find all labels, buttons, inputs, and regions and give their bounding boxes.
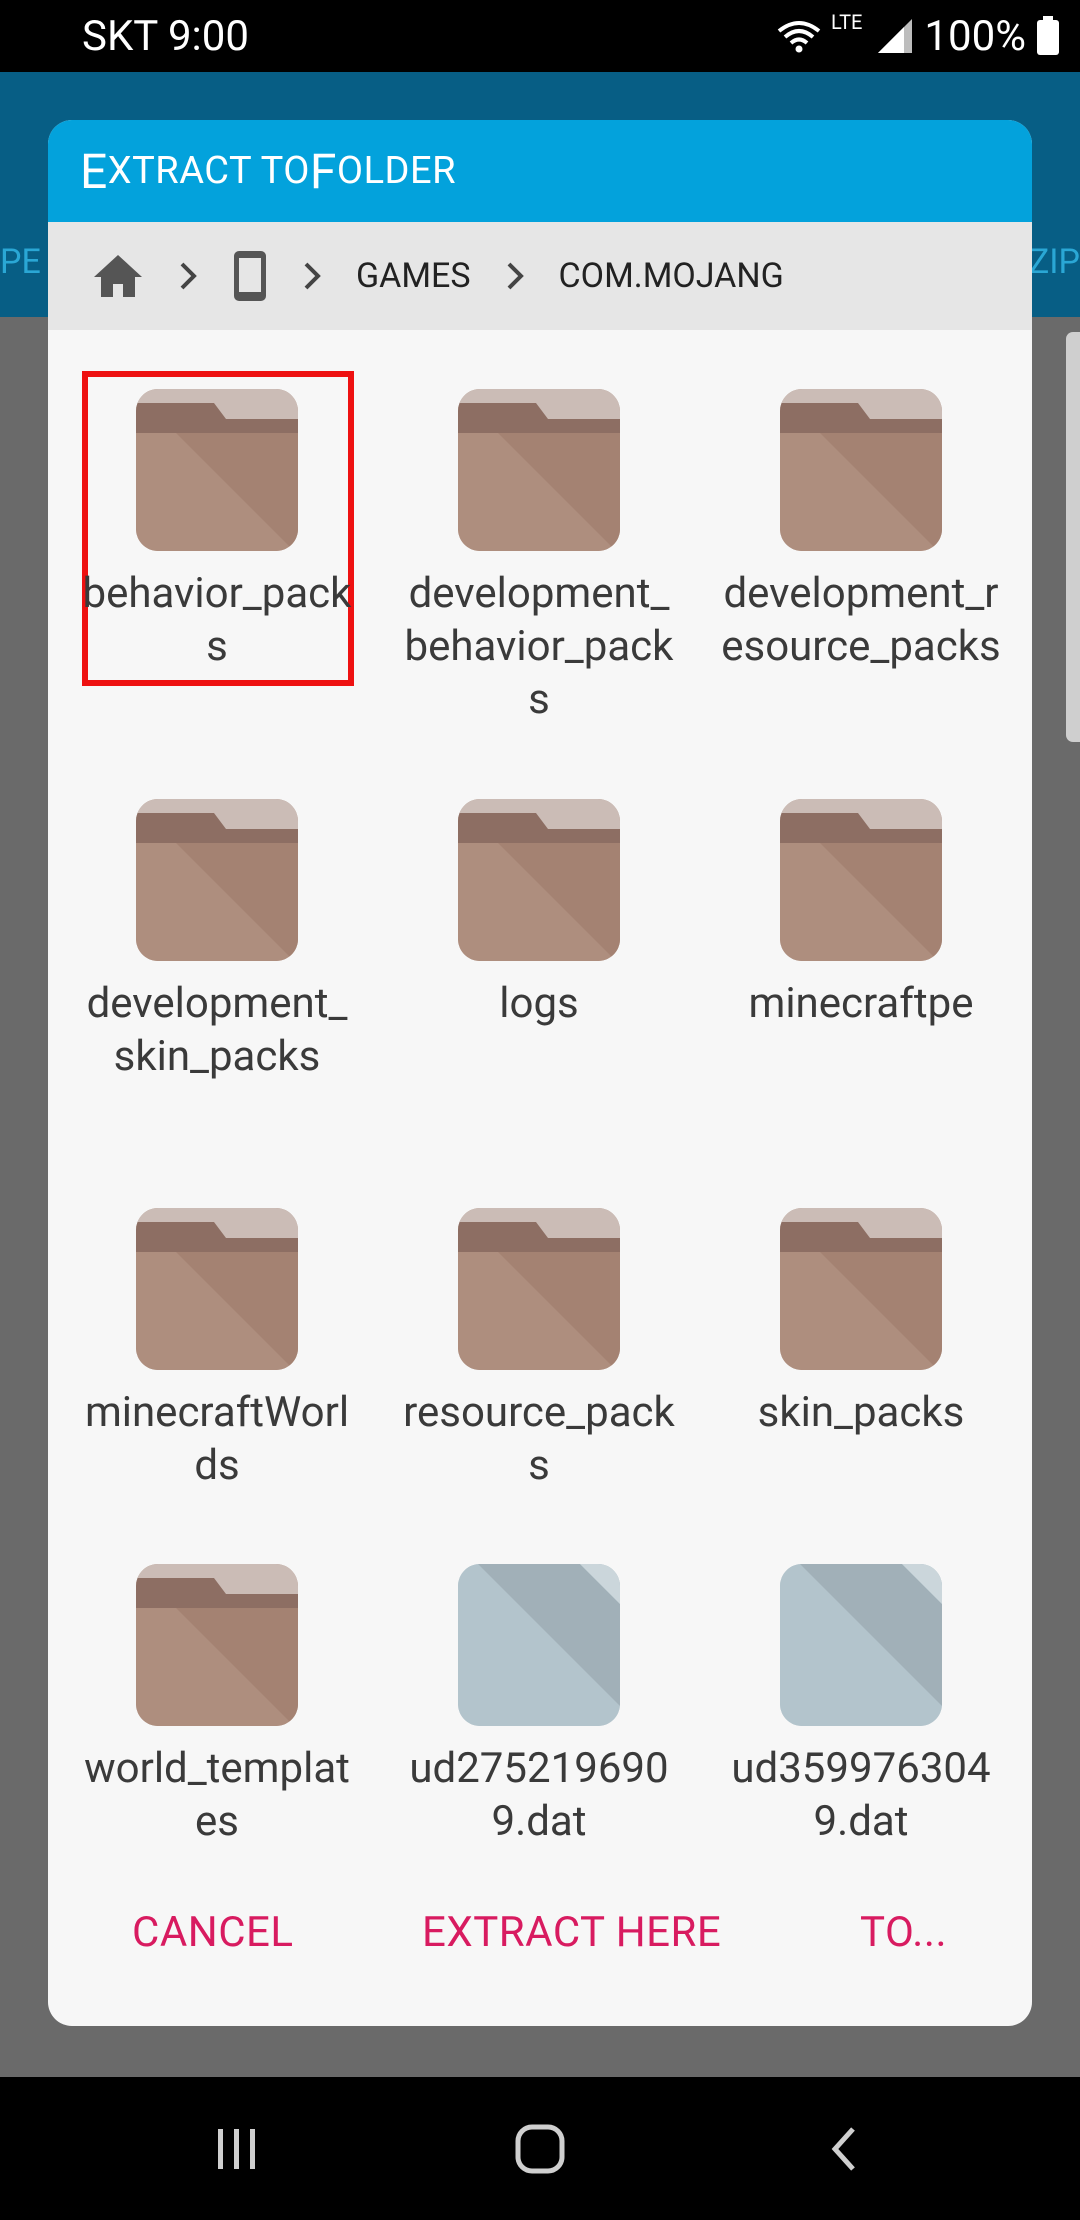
extract-here-button[interactable]: EXTRACT HERE — [422, 1908, 721, 1957]
signal-icon — [878, 19, 913, 53]
item-label: minecraftpe — [748, 979, 974, 1028]
dialog-actions: CANCEL EXTRACT HERE TO... — [48, 1856, 1032, 2026]
breadcrumb-device[interactable] — [232, 249, 268, 303]
status-bar: SKT 9:00 LTE 100% — [0, 0, 1080, 72]
breadcrumb-games[interactable]: GAMES — [356, 256, 471, 296]
folder-icon — [780, 1208, 942, 1370]
chevron-right-icon — [302, 261, 322, 291]
phone-icon — [234, 251, 266, 301]
folder-item[interactable]: development_behavior_packs — [389, 389, 689, 726]
folder-item[interactable]: development_resource_packs — [711, 389, 1011, 673]
folder-icon — [136, 389, 298, 551]
network-type: LTE — [831, 10, 863, 34]
background-tab-left: PE — [0, 242, 41, 282]
item-label: ud3599763049.dat — [731, 1744, 991, 1846]
background-scrollbar — [1066, 332, 1080, 742]
breadcrumb-com-mojang[interactable]: COM.MOJANG — [559, 256, 784, 296]
recent-apps-button[interactable] — [137, 2077, 337, 2220]
folder-item[interactable]: skin_packs — [711, 1208, 1011, 1439]
to-button[interactable]: TO... — [860, 1908, 947, 1957]
folder-item[interactable]: world_templates — [67, 1564, 367, 1848]
folder-icon — [780, 389, 942, 551]
item-label: development_skin_packs — [86, 979, 348, 1081]
file-item[interactable]: ud2752196909.dat — [389, 1564, 689, 1848]
home-button[interactable] — [440, 2077, 640, 2220]
battery-icon — [1037, 16, 1059, 55]
extract-dialog: E XTRACT TO F OLDER GAMES COM.MOJANG behav… — [48, 120, 1032, 2026]
folder-icon — [780, 799, 942, 961]
back-icon — [831, 2126, 855, 2171]
breadcrumb-home[interactable] — [92, 253, 144, 299]
folder-item[interactable]: logs — [389, 799, 689, 1030]
folder-item[interactable]: minecraftpe — [711, 799, 1011, 1030]
back-button[interactable] — [743, 2077, 943, 2220]
folder-icon — [136, 1564, 298, 1726]
item-label: behavior_packs — [82, 569, 352, 671]
folder-icon — [136, 1208, 298, 1370]
folder-icon — [458, 799, 620, 961]
item-label: skin_packs — [757, 1388, 965, 1437]
home-circle-icon — [515, 2124, 565, 2173]
folder-item[interactable]: minecraftWorlds — [67, 1208, 367, 1492]
wifi-icon — [777, 21, 821, 53]
folder-item[interactable]: resource_packs — [389, 1208, 689, 1492]
item-label: ud2752196909.dat — [409, 1744, 669, 1846]
folder-item[interactable]: behavior_packs — [67, 389, 367, 673]
item-label: minecraftWorlds — [84, 1388, 350, 1490]
home-icon — [94, 255, 142, 297]
cancel-button[interactable]: CANCEL — [132, 1908, 294, 1957]
file-icon — [458, 1564, 620, 1726]
dialog-title: E XTRACT TO F OLDER — [48, 120, 1032, 222]
item-label: world_templates — [84, 1744, 350, 1846]
folder-item[interactable]: development_skin_packs — [67, 799, 367, 1083]
background-tab-right: ZIP — [1028, 242, 1080, 282]
chevron-right-icon — [505, 261, 525, 291]
folder-icon — [136, 799, 298, 961]
item-label: logs — [499, 979, 579, 1028]
breadcrumb: GAMES COM.MOJANG — [48, 222, 1032, 330]
chevron-right-icon — [178, 261, 198, 291]
file-item[interactable]: ud3599763049.dat — [711, 1564, 1011, 1848]
battery-percent: 100% — [924, 11, 1026, 61]
item-label: development_behavior_packs — [404, 569, 674, 724]
item-label: development_resource_packs — [721, 569, 1001, 671]
carrier-time: SKT 9:00 — [82, 12, 249, 61]
status-icons: LTE 100% — [777, 10, 1060, 62]
folder-icon — [458, 1208, 620, 1370]
item-label: resource_packs — [403, 1388, 675, 1490]
file-icon — [780, 1564, 942, 1726]
folder-icon — [458, 389, 620, 551]
navigation-bar — [0, 2077, 1080, 2220]
recent-apps-icon — [218, 2128, 255, 2169]
